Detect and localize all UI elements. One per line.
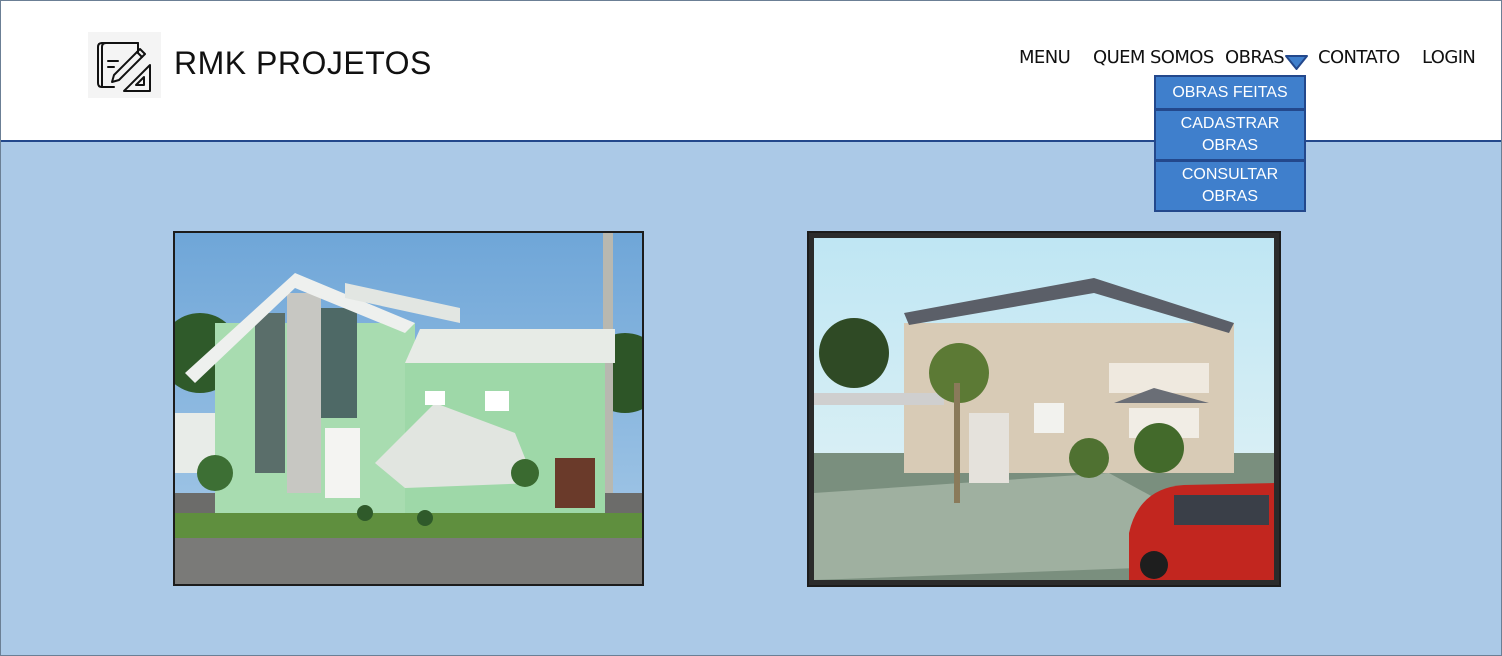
nav-contato[interactable]: CONTATO	[1318, 47, 1400, 68]
dropdown-item-obras-feitas[interactable]: OBRAS FEITAS	[1154, 75, 1306, 110]
main-nav: MENU QUEM SOMOS OBRAS CONTATO LOGIN	[0, 47, 1502, 71]
nav-menu[interactable]: MENU	[1019, 47, 1071, 68]
triangle-down-icon[interactable]	[1284, 53, 1309, 71]
nav-quem-somos[interactable]: QUEM SOMOS	[1093, 47, 1214, 68]
obras-dropdown: OBRAS FEITAS CADASTRAR OBRAS CONSULTAR O…	[1154, 75, 1306, 212]
nav-login[interactable]: LOGIN	[1422, 47, 1476, 68]
house-photo-green[interactable]	[173, 231, 644, 586]
dropdown-item-cadastrar-obras[interactable]: CADASTRAR OBRAS	[1154, 109, 1306, 161]
house-photo-beige[interactable]	[807, 231, 1281, 587]
dropdown-item-consultar-obras[interactable]: CONSULTAR OBRAS	[1154, 160, 1306, 212]
nav-obras[interactable]: OBRAS	[1225, 47, 1285, 68]
